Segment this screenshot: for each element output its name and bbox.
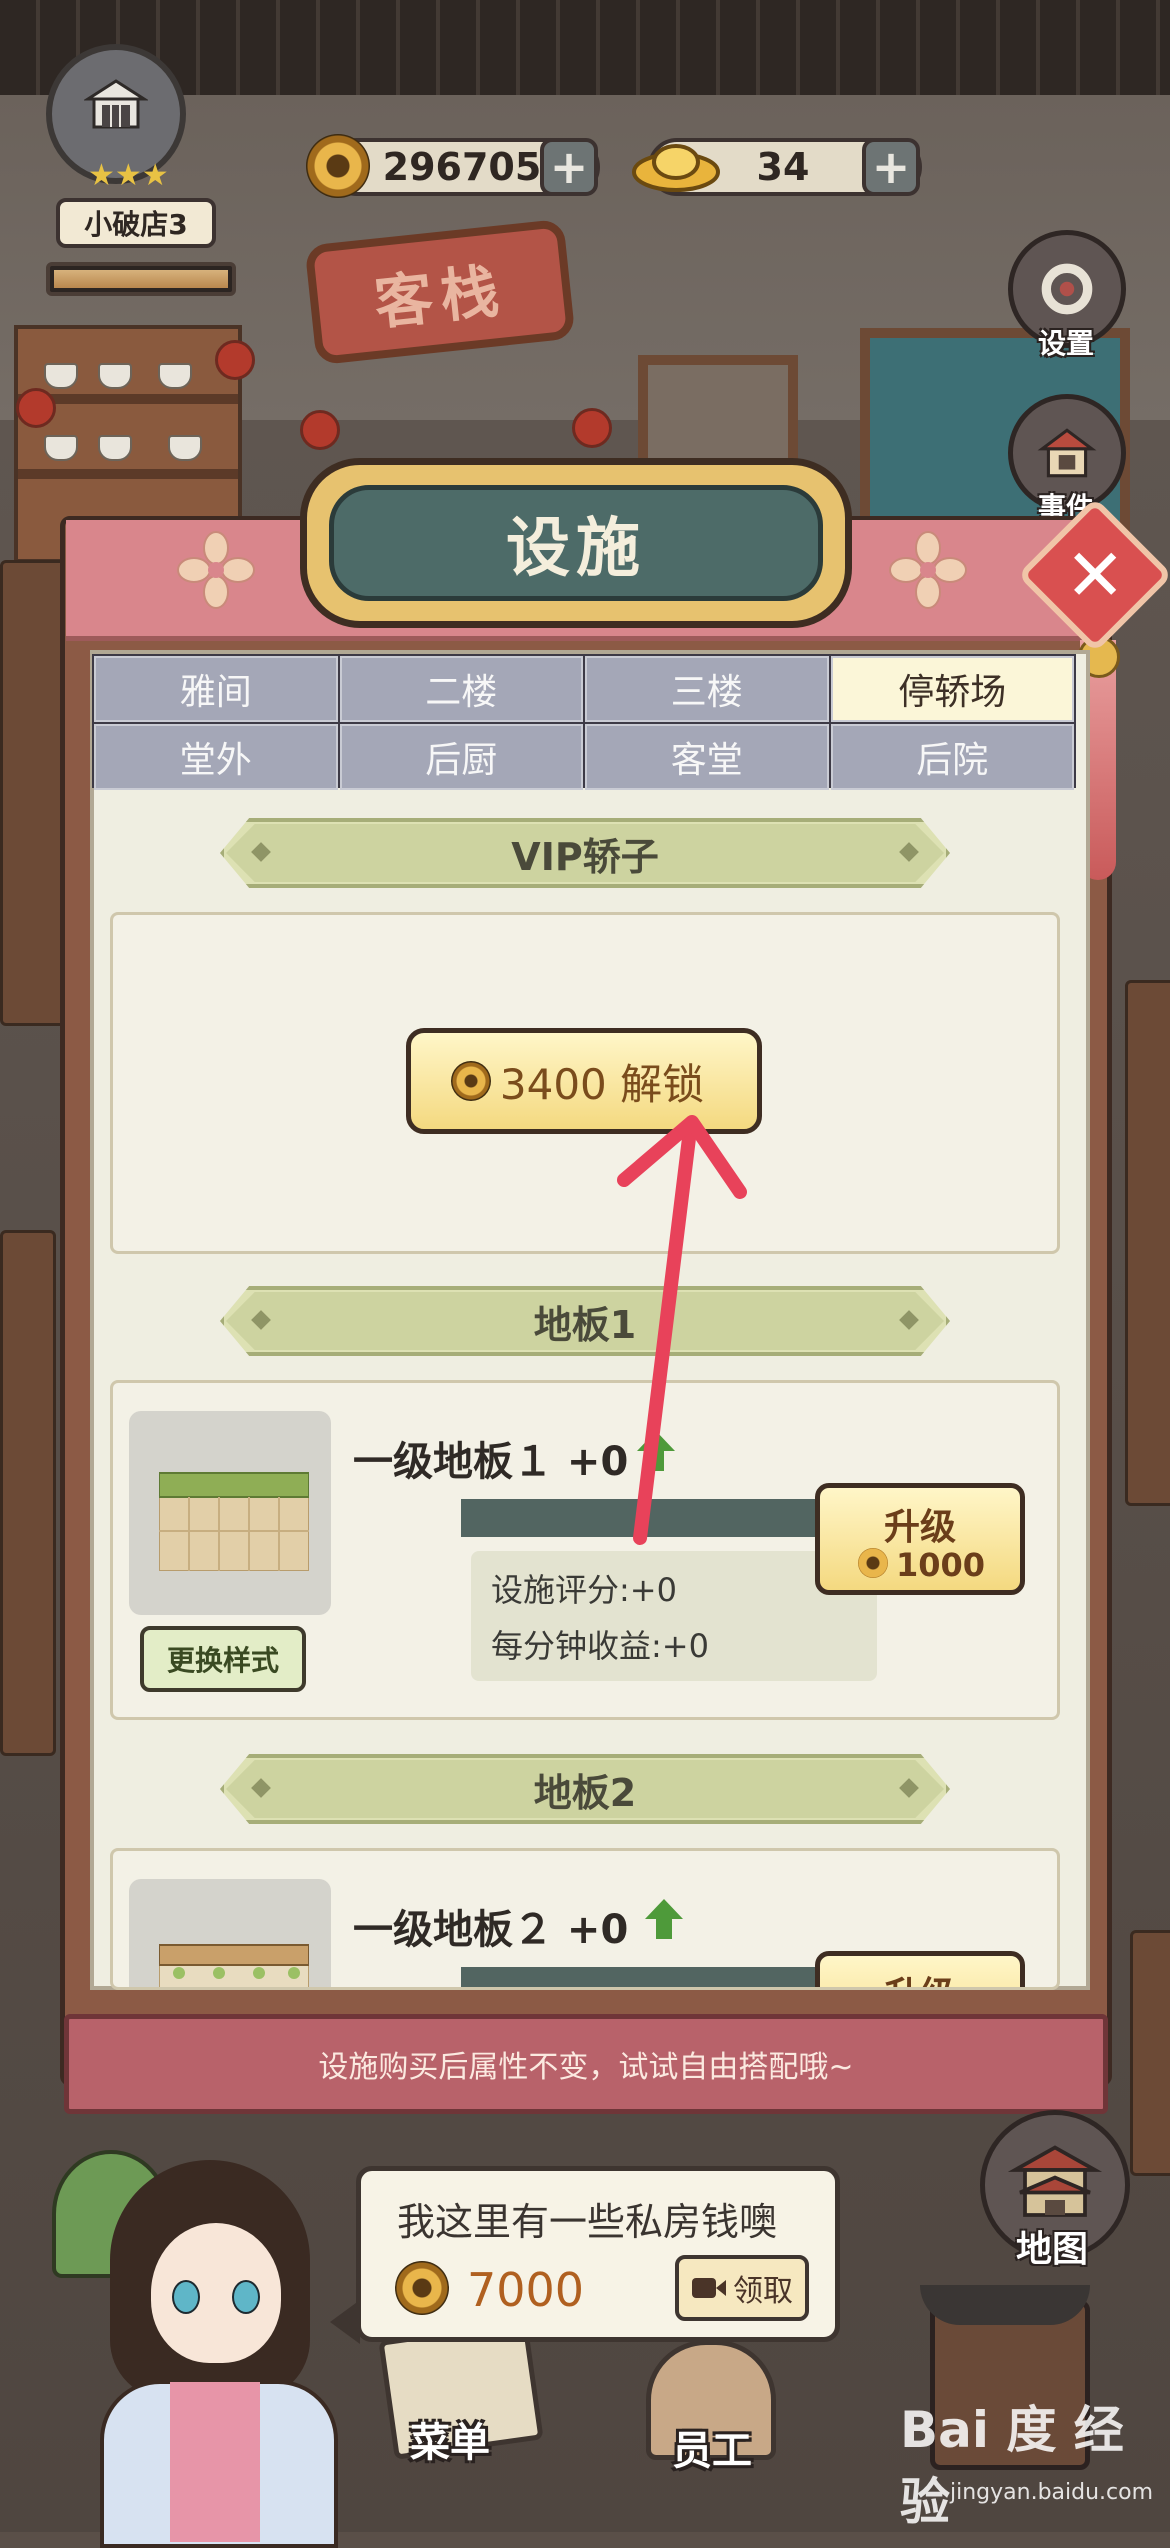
facility-rating: 设施评分:+0 [491, 1571, 677, 1609]
up-arrow-icon [637, 1431, 675, 1471]
floor-2-card: 一级地板２ +0 升级 [110, 1848, 1060, 1990]
section-title: 地板1 [533, 1302, 637, 1347]
section-title: 地板2 [533, 1770, 637, 1815]
tab-third-floor[interactable]: 三楼 [585, 656, 829, 722]
lantern [16, 388, 56, 428]
coin-icon [395, 2261, 449, 2315]
unlock-button[interactable]: 3400 解锁 [406, 1028, 762, 1134]
panel-title-plaque: 设施 [300, 458, 852, 628]
speech-tail [330, 2300, 360, 2344]
lantern [300, 410, 340, 450]
footer-tip-text: 设施购买后属性不变，试试自由搭配哦~ [318, 2050, 854, 2085]
tab-private-room[interactable]: 雅间 [94, 656, 338, 722]
tab-outdoor[interactable]: 堂外 [94, 724, 338, 790]
floor-2-upgrade-button[interactable]: 升级 [815, 1951, 1025, 1987]
section-header-vip-sedan: VIP轿子 [220, 818, 950, 888]
up-arrow-icon [645, 1899, 683, 1939]
ingot-value: 34 [756, 145, 810, 189]
wall-plank [0, 1230, 56, 1756]
unlock-label: 3400 解锁 [499, 1059, 705, 1109]
coin-icon [858, 1548, 888, 1578]
panel-title: 设施 [506, 512, 646, 586]
inn-sign: 客栈 [304, 218, 576, 366]
staff-label: 员工 [672, 2428, 752, 2474]
settings-label: 设置 [1038, 327, 1095, 360]
coin-value: 296705 [382, 145, 542, 189]
tab-backyard[interactable]: 后院 [830, 724, 1074, 790]
floor-2-thumbnail [129, 1879, 331, 1987]
speech-coin-amount: 7000 [467, 2263, 585, 2317]
section-header-floor-1: 地板1 [220, 1286, 950, 1356]
panel-footer-tip: 设施购买后属性不变，试试自由搭配哦~ [64, 2014, 1108, 2114]
watermark-brand: Bai 度 经验 [900, 2401, 1124, 2531]
tab-kitchen[interactable]: 后厨 [339, 724, 583, 790]
change-style-button[interactable]: 更换样式 [140, 1626, 306, 1692]
ingot-icon [632, 144, 720, 192]
claim-label: 领取 [733, 2274, 793, 2309]
lantern [572, 408, 612, 448]
tab-sedan-parking[interactable]: 停轿场 [830, 656, 1074, 722]
floor-1-name: 一级地板１ +0 [353, 1439, 629, 1485]
upgrade-cost: 1000 [896, 1546, 986, 1584]
wall-plank [0, 560, 66, 1026]
shop-stars: ★★★ [88, 158, 169, 193]
claim-button[interactable]: 领取 [675, 2255, 809, 2321]
floor-1-upgrade-button[interactable]: 升级 1000 [815, 1483, 1025, 1595]
section-title: VIP轿子 [511, 834, 659, 879]
shop-icon [84, 79, 148, 129]
section-header-floor-2: 地板2 [220, 1754, 950, 1824]
floor-tile-icon [159, 1472, 309, 1571]
events-icon [1037, 428, 1097, 478]
shop-exp-bar [46, 262, 236, 296]
flower-ornament-icon [177, 531, 255, 609]
coin-icon [451, 1061, 491, 1101]
wall-plank [1125, 980, 1170, 1506]
floor-tile-icon [159, 1944, 309, 1987]
floor-1-thumbnail [129, 1411, 331, 1615]
speech-bubble: 我这里有一些私房钱噢 7000 领取 [356, 2166, 840, 2342]
speech-message: 我这里有一些私房钱噢 [397, 2200, 778, 2244]
upgrade-label: 升级 [820, 1966, 1020, 1987]
wok [920, 2285, 1090, 2325]
add-coins-button[interactable]: + [540, 138, 598, 196]
settings-icon [1041, 263, 1093, 315]
floor-2-name: 一级地板２ +0 [353, 1907, 629, 1953]
flower-ornament-icon [889, 531, 967, 609]
upgrade-label: 升级 [883, 1507, 956, 1548]
lantern [215, 340, 255, 380]
tab-second-floor[interactable]: 二楼 [339, 656, 583, 722]
close-icon: ✕ [1064, 532, 1126, 617]
wall-plank [1130, 1930, 1170, 2176]
video-icon [692, 2278, 726, 2298]
tab-hall[interactable]: 客堂 [585, 724, 829, 790]
shop-level-name: 小破店3 [56, 198, 216, 248]
inn-sign-text: 客栈 [371, 256, 510, 338]
add-ingots-button[interactable]: + [862, 138, 920, 196]
map-label: 地图 [1016, 2229, 1089, 2270]
facility-tabs: 雅间 二楼 三楼 停轿场 堂外 后厨 客堂 后院 [92, 654, 1076, 790]
coin-icon [306, 134, 370, 198]
watermark-url: jingyan.baidu.com [950, 2480, 1154, 2505]
income-per-minute: 每分钟收益:+0 [491, 1627, 709, 1665]
menu-label: 菜单 [410, 2420, 490, 2466]
